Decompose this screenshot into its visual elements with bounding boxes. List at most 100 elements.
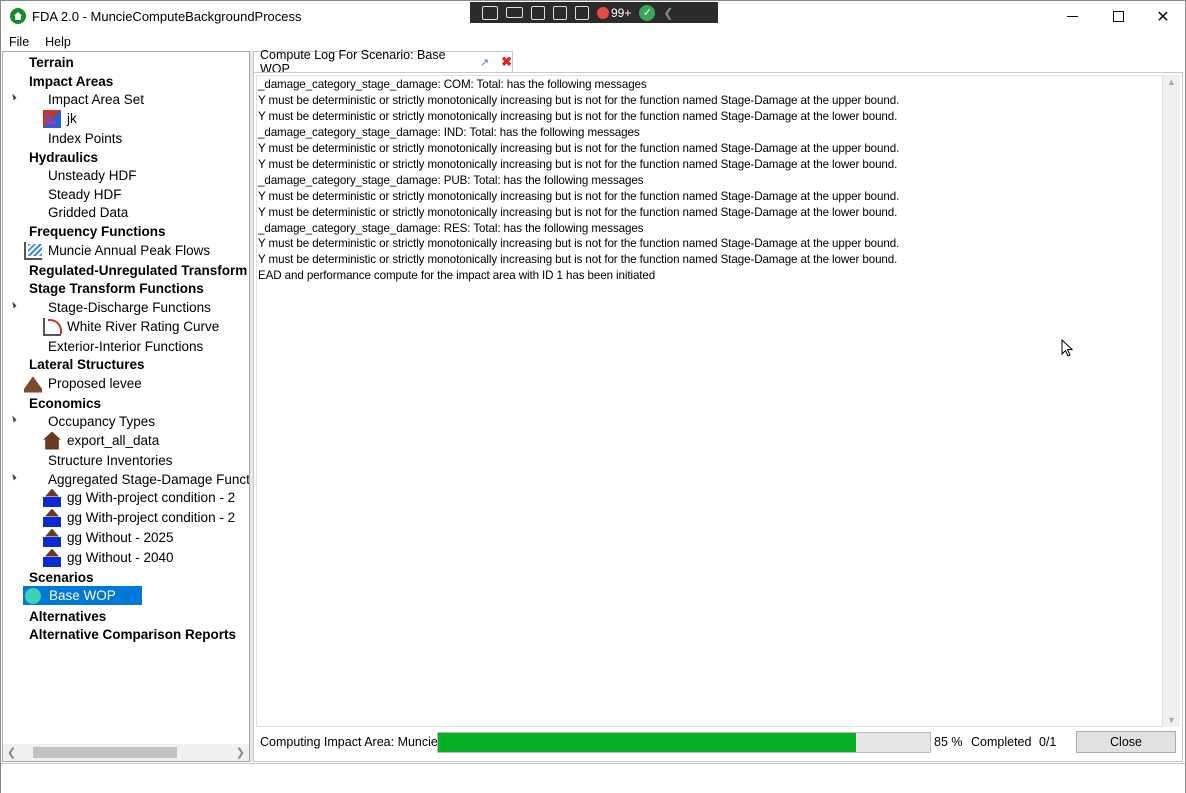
tree-item-label: gg With-project condition - 2 <box>67 510 236 525</box>
tree-item-label: gg Without - 2040 <box>67 550 174 565</box>
record-icon <box>597 6 609 19</box>
tree-item-label: Stage Transform Functions <box>29 281 204 296</box>
menu-help[interactable]: Help <box>37 35 79 49</box>
tree-item-label: export_all_data <box>67 433 160 448</box>
tree-item-label: Index Points <box>48 131 123 146</box>
tree-item-label: Base WOP <box>49 588 116 603</box>
tree-item-label: Aggregated Stage-Damage Functions <box>48 472 250 487</box>
log-line: _damage_category_stage_damage: RES: Tota… <box>258 222 644 235</box>
rating-curve-icon <box>43 317 61 336</box>
tree-item-label: Occupancy Types <box>48 414 156 429</box>
tree-item-impact-areas[interactable]: Impact Areas <box>29 72 113 91</box>
close-button[interactable]: Close <box>1076 731 1176 753</box>
tree-item-structure-inventories[interactable]: Structure Inventories <box>48 451 173 470</box>
tree-item-white-river-rating-curve[interactable]: White River Rating Curve <box>43 317 219 336</box>
scroll-up-icon[interactable]: ▲ <box>1167 77 1176 87</box>
tree-item-regulated-unregulated[interactable]: Regulated-Unregulated Transform <box>29 261 247 280</box>
menu-bar: File Help <box>1 32 1185 51</box>
house-icon <box>43 431 61 450</box>
maximize-button[interactable] <box>1095 1 1141 32</box>
tree-item-stage-discharge-functions[interactable]: Stage-Discharge Functions <box>48 298 211 317</box>
app-home-icon <box>10 8 26 24</box>
levee-icon <box>24 376 42 393</box>
tree-item-lateral-structures[interactable]: Lateral Structures <box>29 355 145 374</box>
chevron-left-icon[interactable]: ❮ <box>663 6 673 20</box>
scroll-right-icon[interactable]: ❯ <box>236 746 245 759</box>
tree-item-export-all-data[interactable]: export_all_data <box>43 431 159 450</box>
menu-file[interactable]: File <box>1 35 37 49</box>
tree-item-aggregated-stage-damage[interactable]: Aggregated Stage-Damage Functions <box>48 470 250 489</box>
tree-item-exterior-interior-functions[interactable]: Exterior-Interior Functions <box>48 337 203 356</box>
tree-item-terrain[interactable]: Terrain <box>29 53 74 72</box>
tree-item-gg-without-2025[interactable]: gg Without - 2025 <box>43 528 174 547</box>
tree-item-unsteady-hdf[interactable]: Unsteady HDF <box>48 166 137 185</box>
tree-item-label: jk <box>67 111 77 126</box>
expand-arrow-icon[interactable] <box>9 301 17 309</box>
tree-item-proposed-levee[interactable]: Proposed levee <box>24 374 142 393</box>
tree-item-gridded-data[interactable]: Gridded Data <box>48 203 128 222</box>
close-window-button[interactable]: ✕ <box>1140 1 1186 32</box>
tab-compute-log[interactable]: Compute Log For Scenario: Base WOP ↗ ✖ <box>253 48 513 76</box>
tree-item-alternatives[interactable]: Alternatives <box>29 607 106 626</box>
compute-log-panel: _damage_category_stage_damage: COM: Tota… <box>253 72 1183 762</box>
close-tab-icon[interactable]: ✖ <box>501 54 512 70</box>
tree-item-label: Proposed levee <box>48 376 142 391</box>
tree-item-alternative-comparison-reports[interactable]: Alternative Comparison Reports <box>29 625 236 644</box>
notification-count: 99+ <box>611 5 632 20</box>
tree-item-base-wop[interactable]: Base WOP <box>23 586 142 605</box>
stage-damage-icon <box>43 489 61 507</box>
tree-item-frequency-functions[interactable]: Frequency Functions <box>29 222 166 241</box>
pointer-select-icon[interactable] <box>531 5 545 20</box>
scroll-capture-icon[interactable] <box>575 5 589 20</box>
expand-arrow-icon[interactable] <box>9 93 17 101</box>
floating-capture-toolbar: 99+ ✓ ❮ <box>470 2 718 23</box>
tree-item-label: White River Rating Curve <box>67 319 220 334</box>
tree-item-economics[interactable]: Economics <box>29 394 101 413</box>
log-line: Y must be deterministic or strictly mono… <box>258 94 900 107</box>
tree-item-muncie-annual-peak-flows[interactable]: Muncie Annual Peak Flows <box>24 241 210 260</box>
tree-item-steady-hdf[interactable]: Steady HDF <box>48 185 122 204</box>
tree-item-gg-with-project-1[interactable]: gg With-project condition - 2 <box>43 488 235 507</box>
pop-out-icon[interactable]: ↗ <box>480 56 489 69</box>
maximize-icon <box>1112 11 1124 22</box>
tree-item-scenarios[interactable]: Scenarios <box>29 568 94 587</box>
status-bar <box>1 763 1185 793</box>
tree-item-gg-with-project-2[interactable]: gg With-project condition - 2 <box>43 508 235 527</box>
log-line: Y must be deterministic or strictly mono… <box>258 158 898 171</box>
log-textbox[interactable]: _damage_category_stage_damage: COM: Tota… <box>256 75 1163 727</box>
tree-item-label: Frequency Functions <box>29 224 166 239</box>
check-icon[interactable]: ✓ <box>639 4 656 21</box>
minimize-button[interactable] <box>1049 1 1095 32</box>
tree-item-label: Structure Inventories <box>48 453 173 468</box>
tree-item-label: Terrain <box>29 55 74 70</box>
tree-horizontal-scrollbar[interactable]: ❮ ❯ <box>3 744 249 761</box>
expand-arrow-icon[interactable] <box>9 415 17 423</box>
region-capture-icon[interactable] <box>482 5 498 20</box>
scrollbar-thumb[interactable] <box>33 747 177 758</box>
video-camera-icon[interactable] <box>506 7 523 18</box>
tree-item-index-points[interactable]: Index Points <box>48 129 122 148</box>
tree-item-gg-without-2040[interactable]: gg Without - 2040 <box>43 548 174 567</box>
tree-item-occupancy-types[interactable]: Occupancy Types <box>48 412 155 431</box>
notification-badge[interactable]: 99+ <box>597 6 631 20</box>
tree-item-impact-area-set[interactable]: Impact Area Set <box>48 90 144 109</box>
tree-item-label: Unsteady HDF <box>48 168 137 183</box>
log-line: _damage_category_stage_damage: PUB: Tota… <box>258 174 644 187</box>
log-vertical-scrollbar[interactable]: ▲ ▼ <box>1163 75 1180 727</box>
mouse-cursor-icon <box>1061 339 1073 357</box>
scroll-left-icon[interactable]: ❮ <box>7 746 16 759</box>
tree-item-label: Steady HDF <box>48 187 122 202</box>
tree-item-jk[interactable]: jk <box>43 109 77 128</box>
expand-arrow-icon[interactable] <box>9 473 17 481</box>
tree-item-label: Alternative Comparison Reports <box>29 627 237 642</box>
tree-item-stage-transform-functions[interactable]: Stage Transform Functions <box>29 279 204 298</box>
tree-item-label: gg With-project condition - 2 <box>67 490 236 505</box>
tree-item-label: Hydraulics <box>29 150 99 165</box>
tree-item-label: Lateral Structures <box>29 357 145 372</box>
tree-item-hydraulics[interactable]: Hydraulics <box>29 148 98 167</box>
scroll-down-icon[interactable]: ▼ <box>1167 715 1176 725</box>
computing-label: Computing Impact Area: Muncie <box>260 735 438 749</box>
log-line: Y must be deterministic or strictly mono… <box>258 110 898 123</box>
window-capture-icon[interactable] <box>553 5 567 20</box>
frequency-chart-icon <box>24 241 42 260</box>
